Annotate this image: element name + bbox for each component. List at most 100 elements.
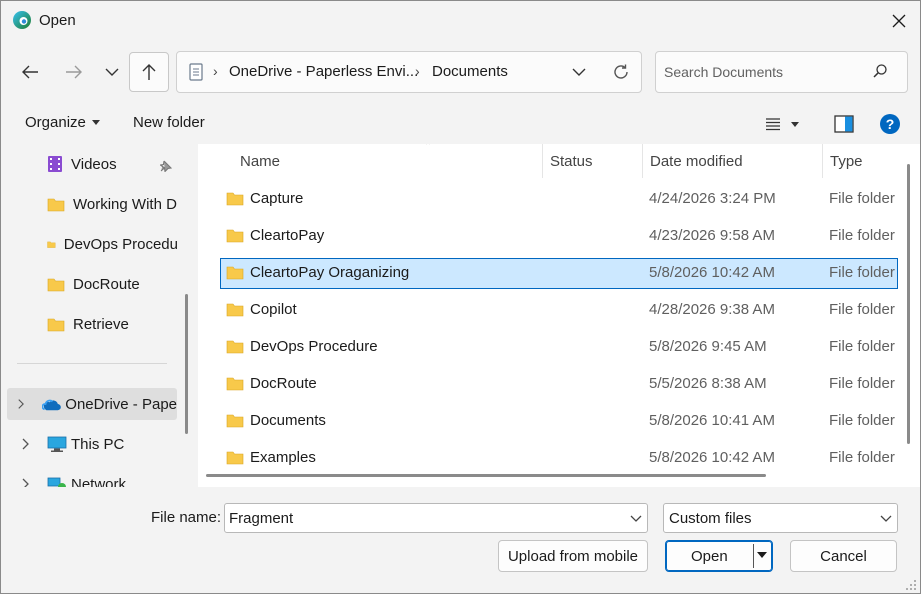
recent-locations-button[interactable] — [94, 54, 130, 90]
network-icon — [47, 477, 66, 487]
caret-down-icon[interactable] — [757, 549, 767, 561]
nav-item-devops-procedure[interactable]: DevOps Procedu — [1, 228, 178, 260]
close-icon — [892, 14, 906, 28]
caret-down-icon — [791, 121, 799, 127]
column-divider[interactable] — [542, 144, 543, 178]
button-label: Open — [691, 547, 728, 565]
new-folder-button[interactable]: New folder — [133, 114, 205, 131]
column-divider[interactable] — [822, 144, 823, 178]
folder-icon — [47, 198, 65, 211]
nav-item-docroute[interactable]: DocRoute — [1, 268, 178, 300]
preview-pane-icon[interactable] — [833, 113, 855, 135]
title-bar: Open — [1, 1, 920, 41]
edge-icon — [13, 11, 31, 29]
arrow-up-icon — [142, 64, 156, 80]
folder-icon — [226, 266, 244, 280]
file-type: File folder — [829, 227, 895, 244]
list-view-icon — [766, 118, 780, 131]
table-row[interactable]: CleartoPay 4/23/2026 9:58 AM File folder — [220, 221, 898, 252]
nav-item-onedrive[interactable]: OneDrive - Pape — [7, 388, 177, 420]
cloud-icon — [42, 399, 61, 410]
navigation-pane: Videos Working With D DevOps Procedu Doc… — [1, 144, 197, 487]
file-type: File folder — [829, 190, 895, 207]
table-row[interactable]: Documents 5/8/2026 10:41 AM File folder — [220, 406, 898, 437]
organize-label: Organize — [25, 114, 86, 131]
file-type: File folder — [829, 375, 895, 392]
forward-button[interactable] — [56, 54, 92, 90]
nav-item-network[interactable]: Network — [1, 468, 178, 487]
new-folder-label: New folder — [133, 114, 205, 131]
file-name: Copilot — [250, 301, 297, 318]
button-label: Upload from mobile — [507, 547, 639, 565]
nav-item-label: DevOps Procedu — [63, 235, 178, 253]
address-bar[interactable]: › OneDrive - Paperless Envi... › Documen… — [176, 51, 642, 93]
button-label: Cancel — [820, 547, 867, 565]
nav-item-working-with[interactable]: Working With D — [1, 188, 178, 220]
nav-item-label: Working With D — [73, 195, 177, 213]
column-header-type[interactable]: Type — [830, 144, 910, 178]
file-date: 5/5/2026 8:38 AM — [649, 375, 767, 392]
nav-item-label: Videos — [71, 155, 117, 173]
nav-scrollbar[interactable] — [185, 294, 188, 434]
file-type: File folder — [829, 301, 895, 318]
back-button[interactable] — [12, 54, 48, 90]
file-name-label: File name: — [151, 509, 222, 526]
file-type: File folder — [829, 338, 895, 355]
breadcrumb-documents[interactable]: Documents — [432, 63, 508, 80]
file-name: Examples — [250, 449, 316, 466]
open-split-divider — [753, 544, 754, 568]
column-header-status[interactable]: Status — [550, 144, 640, 178]
column-header-label: Date modified — [650, 152, 743, 170]
up-button[interactable] — [129, 52, 169, 92]
search-input[interactable] — [664, 60, 864, 84]
address-dropdown-button[interactable] — [567, 60, 591, 84]
nav-item-retrieve[interactable]: Retrieve — [1, 308, 178, 340]
svg-text:?: ? — [886, 116, 895, 132]
table-row[interactable]: DevOps Procedure 5/8/2026 9:45 AM File f… — [220, 332, 898, 363]
nav-item-label: Network — [71, 475, 127, 488]
sort-ascending-icon: ⌃ — [424, 144, 433, 152]
file-name: Documents — [250, 412, 326, 429]
breadcrumb-separator-icon: › — [415, 63, 420, 79]
pin-icon[interactable] — [160, 160, 172, 172]
table-row[interactable]: Capture 4/24/2026 3:24 PM File folder — [220, 184, 898, 215]
table-row[interactable]: DocRoute 5/5/2026 8:38 AM File folder — [220, 369, 898, 400]
column-divider[interactable] — [642, 144, 643, 178]
nav-item-label: Retrieve — [73, 315, 129, 333]
organize-button[interactable]: Organize — [25, 114, 100, 131]
vertical-scrollbar[interactable] — [907, 164, 910, 444]
file-date: 4/24/2026 3:24 PM — [649, 190, 776, 207]
column-header-date-modified[interactable]: Date modified — [650, 144, 820, 178]
nav-item-this-pc[interactable]: This PC — [1, 428, 178, 460]
file-name: CleartoPay — [250, 227, 325, 244]
resize-grip-icon[interactable] — [905, 579, 917, 591]
help-icon[interactable]: ? — [879, 113, 901, 135]
folder-icon — [47, 318, 65, 331]
table-row[interactable]: Copilot 4/28/2026 9:38 AM File folder — [220, 295, 898, 326]
open-dialog: Open › OneDrive - Paperless Envi... › Do… — [0, 0, 921, 594]
column-header-name[interactable]: Name ⌃ — [240, 144, 540, 178]
upload-from-mobile-button[interactable]: Upload from mobile — [498, 540, 648, 572]
table-row[interactable]: Examples 5/8/2026 10:42 AM File folder — [220, 443, 898, 474]
file-type-dropdown[interactable]: Custom files — [663, 503, 898, 533]
search-icon — [873, 64, 887, 78]
folder-icon — [226, 414, 244, 428]
close-button[interactable] — [877, 1, 920, 41]
chevron-right-icon[interactable] — [17, 398, 24, 410]
window-title: Open — [39, 12, 76, 29]
nav-item-videos[interactable]: Videos — [1, 148, 178, 180]
folder-icon — [226, 303, 244, 317]
file-name-input[interactable] — [229, 508, 619, 528]
search-box — [655, 51, 908, 93]
chevron-right-icon[interactable] — [21, 478, 29, 487]
cancel-button[interactable]: Cancel — [790, 540, 897, 572]
change-view-button[interactable] — [765, 111, 815, 137]
breadcrumb-onedrive[interactable]: OneDrive - Paperless Envi... — [229, 63, 418, 80]
refresh-button[interactable] — [609, 60, 633, 84]
chevron-right-icon[interactable] — [21, 438, 29, 450]
table-row-selected[interactable]: CleartoPay Oraganizing 5/8/2026 10:42 AM… — [220, 258, 898, 289]
chevron-down-icon — [572, 68, 586, 76]
file-date: 4/23/2026 9:58 AM — [649, 227, 775, 244]
horizontal-scrollbar[interactable] — [206, 474, 766, 477]
chevron-down-icon[interactable] — [630, 510, 642, 526]
